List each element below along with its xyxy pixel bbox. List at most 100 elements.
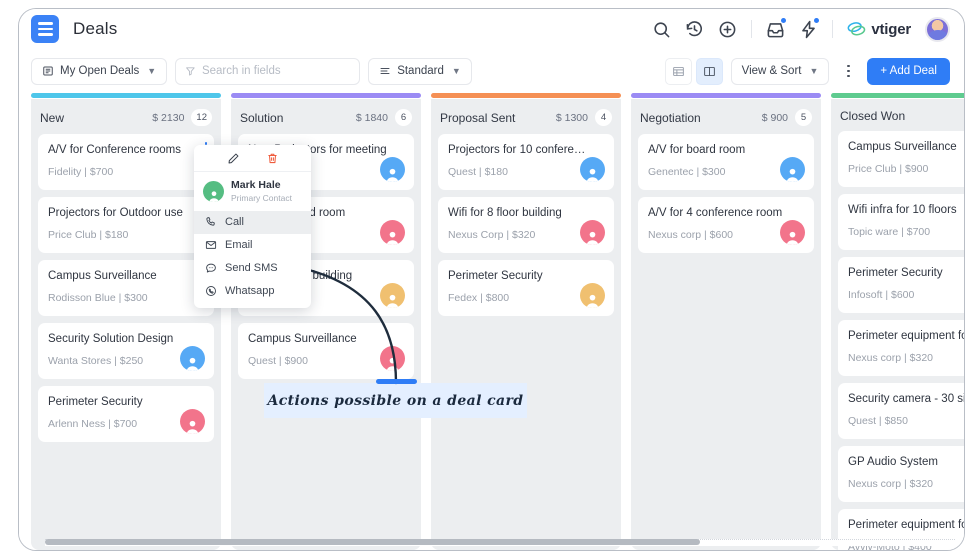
column-name: Solution (240, 110, 284, 125)
menu-item-label: Whatsapp (225, 285, 275, 298)
deal-card[interactable]: Campus Surveillance Rodisson Blue | $300 (38, 260, 214, 316)
deal-card[interactable]: A/V for 4 conference room Nexus corp | $6… (638, 197, 814, 253)
deal-card[interactable]: Campus Surveillance Price Club | $900 (838, 131, 964, 187)
deal-subtitle: Infosoft | $600 (848, 289, 915, 302)
table-view-icon (672, 66, 684, 76)
deal-card[interactable]: Perimeter equipment for bo Nexus corp | $… (838, 320, 964, 376)
scrollbar-thumb[interactable] (45, 539, 700, 545)
trash-icon[interactable] (266, 152, 279, 165)
deal-owner-avatar (580, 220, 605, 245)
divider (751, 20, 753, 38)
column-name: New (40, 110, 65, 125)
deal-owner-avatar (380, 283, 405, 308)
search-input[interactable] (201, 65, 351, 77)
filter-dropdown[interactable]: My Open Deals ▼ (31, 57, 168, 85)
deal-subtitle: Nexus corp | $320 (848, 478, 934, 491)
view-sort-label: View & Sort (741, 65, 802, 77)
deal-card[interactable]: Projectors for 10 conference ro... Quest … (438, 134, 614, 190)
add-deal-button[interactable]: + Add Deal (867, 57, 950, 85)
deal-title: Campus Surveillance (248, 333, 357, 345)
history-icon[interactable] (685, 20, 704, 39)
pencil-icon[interactable] (227, 152, 240, 165)
popup-quick-actions (194, 145, 311, 172)
person-glyph-icon (386, 357, 399, 371)
deal-subtitle: Quest | $850 (848, 415, 908, 428)
layout-dropdown[interactable]: Standard ▼ (368, 57, 472, 85)
deal-title: GP Audio System (848, 456, 938, 468)
menu-item-label: Send SMS (225, 262, 278, 275)
deal-card[interactable]: Campus Surveillance Quest | $900 (238, 323, 414, 379)
deal-card[interactable]: Security camera - 30 sides Quest | $850 (838, 383, 964, 439)
deal-subtitle: Nexus corp | $320 (848, 352, 934, 365)
sms-icon (206, 263, 216, 273)
deal-card[interactable]: A/V for Conference rooms Fidelity | $700 (38, 134, 214, 190)
deal-card[interactable]: A/V for board room Genentec | $300 (638, 134, 814, 190)
column-count: 12 (191, 109, 212, 126)
vtiger-mark-icon (847, 22, 866, 36)
deal-card[interactable]: Wifi infra for 10 floors Topic ware | $70… (838, 194, 964, 250)
deal-card[interactable]: Security Solution Design Wanta Stores | $… (38, 323, 214, 379)
column-body: Closed Won$ 3800 Campus Surveillance Price… (831, 99, 964, 550)
column-accent-bar (831, 93, 964, 98)
deal-title: Security Solution Design (48, 333, 174, 345)
list-view-button[interactable] (664, 57, 692, 85)
more-options-button[interactable] (837, 58, 859, 85)
inbox-icon[interactable] (766, 17, 787, 39)
brand-name: vtiger (871, 20, 911, 38)
person-glyph-icon (386, 168, 399, 182)
kanban-columns: New $ 2130 12 A/V for Conference rooms Fidel… (19, 93, 964, 550)
hamburger-icon[interactable] (31, 15, 59, 43)
deal-title: A/V for board room (648, 144, 746, 156)
chevron-down-icon: ▼ (147, 66, 157, 76)
primary-contact[interactable]: Mark Hale Primary Contact (194, 172, 311, 211)
list-icon (43, 66, 53, 76)
person-glyph-icon (586, 231, 599, 245)
deal-owner-avatar (380, 220, 405, 245)
search-icon[interactable] (652, 20, 671, 39)
lines-icon (380, 68, 390, 74)
plus-circle-icon[interactable] (718, 20, 737, 39)
search-box[interactable] (175, 57, 361, 85)
filter-funnel-icon (186, 67, 195, 76)
deal-card[interactable]: Perimeter Security Arlenn Ness | $700 (38, 386, 214, 442)
contact-avatar-icon (203, 180, 224, 202)
column-total: $ 1300 (555, 111, 588, 124)
deal-card[interactable]: Projectors for Outdoor use Price Club | $… (38, 197, 214, 253)
person-glyph-icon (386, 231, 399, 245)
menu-item-call[interactable]: Call (194, 210, 311, 234)
lightning-icon[interactable] (799, 17, 820, 39)
divider (832, 20, 834, 38)
avatar[interactable] (925, 16, 950, 42)
menu-item-send-sms[interactable]: Send SMS (194, 257, 311, 280)
kanban-view-button[interactable] (695, 57, 723, 85)
column-count: 6 (395, 109, 412, 126)
vtiger-logo[interactable]: vtiger (847, 21, 911, 38)
menu-item-email[interactable]: Email (194, 234, 311, 257)
deal-card[interactable]: Wifi for 8 floor building Nexus Corp | $3… (438, 197, 614, 253)
deal-owner-avatar (580, 283, 605, 308)
deal-owner-avatar (180, 346, 205, 371)
contact-name: Mark Hale (231, 179, 281, 191)
deal-card[interactable]: Perimeter Security Fedex | $800 (438, 260, 614, 316)
deal-card[interactable]: Perimeter Security Infosoft | $600 (838, 257, 964, 313)
layout-label: Standard (397, 65, 444, 77)
view-sort-dropdown[interactable]: View & Sort ▼ (730, 57, 830, 85)
column-body: Negotiation $ 900 5 A/V for board room Genen… (631, 99, 821, 550)
deal-card[interactable]: GP Audio System Nexus corp | $320 (838, 446, 964, 502)
menu-item-whatsapp[interactable]: Whatsapp (194, 280, 311, 303)
column-count: 4 (595, 109, 612, 126)
kanban-column: Proposal Sent $ 1300 4 Projectors for 10 co… (431, 93, 621, 550)
contact-role: Primary Contact (231, 192, 292, 203)
person-glyph-icon (586, 294, 599, 308)
menu-item-label: Email (225, 239, 253, 252)
deal-title: Campus Surveillance (848, 141, 957, 153)
column-accent-bar (431, 93, 621, 98)
deal-subtitle: Rodisson Blue | $300 (48, 292, 148, 305)
horizontal-scrollbar[interactable] (45, 539, 955, 546)
header-actions: vtiger (652, 16, 950, 42)
person-glyph-icon (186, 357, 199, 371)
deal-title: Projectors for Outdoor use (48, 207, 183, 219)
deal-owner-avatar (780, 157, 805, 182)
deal-actions-popup: Mark Hale Primary Contact Call Email Sen (194, 145, 311, 308)
kanban-view-icon (703, 66, 715, 76)
